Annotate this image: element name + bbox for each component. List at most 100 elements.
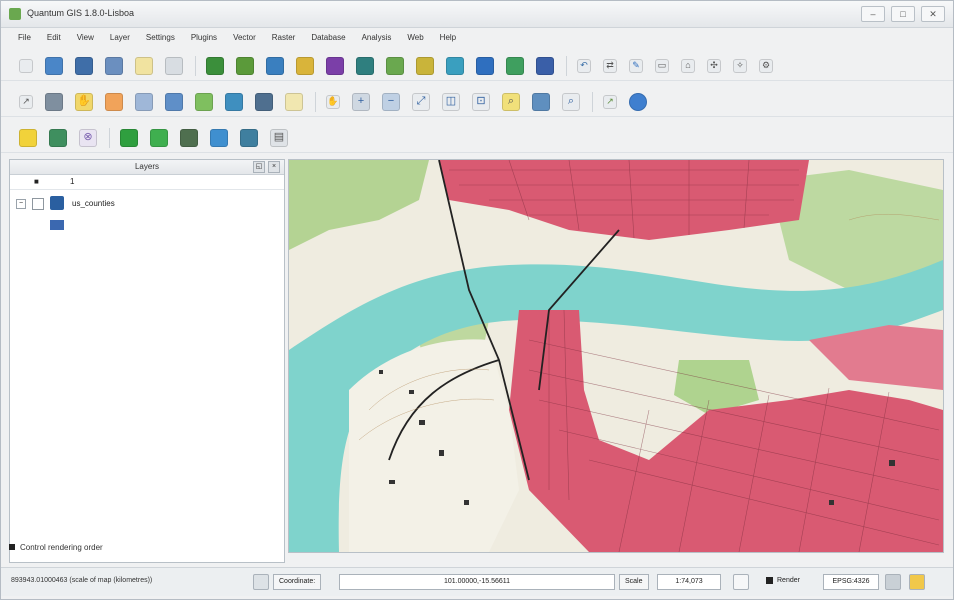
add-postgis-icon[interactable] [266,56,284,75]
settings-icon[interactable]: ✧ [733,58,747,73]
open-icon[interactable] [45,56,63,75]
window-controls: – □ ✕ [861,6,945,22]
annotation-icon[interactable] [195,92,213,111]
layer-tree-header: ■ 1 [10,175,284,190]
measure-icon[interactable] [165,92,183,111]
menu-bar: File Edit View Layer Settings Plugins Ve… [1,31,954,47]
grass-close-icon[interactable]: ▤ [270,128,288,147]
move-icon[interactable]: ⌂ [681,58,695,73]
layer-visibility-checkbox[interactable] [32,198,44,210]
add-gpx-icon[interactable] [416,56,434,75]
digitize-icon[interactable]: ⇄ [603,58,617,73]
add-spatialite-icon[interactable] [296,56,314,75]
pin-icon[interactable]: ⊗ [79,128,97,147]
layer-item[interactable]: − us_counties [10,196,284,212]
layers-panel: Layers ◱ × ■ 1 − us_counties [9,159,285,563]
toolbar-separator [315,91,316,112]
map-canvas[interactable] [288,159,944,553]
coordinate-label: Coordinate: [273,574,322,590]
save-icon[interactable] [75,56,93,75]
toolbar-separator [592,91,593,112]
zoom-last-icon[interactable]: ⌕ [502,92,520,111]
new-shapefile-icon[interactable] [446,56,464,75]
split-icon[interactable]: ✣ [707,58,721,73]
menu-file[interactable]: File [11,31,38,47]
menu-edit[interactable]: Edit [40,31,68,47]
menu-vector[interactable]: Vector [226,31,263,47]
projection-icon[interactable] [885,574,901,590]
zoom-in-icon[interactable]: + [352,92,370,111]
render-order-control[interactable]: Control rendering order [9,541,103,553]
map-tips-icon[interactable] [225,92,243,111]
menu-analysis[interactable]: Analysis [355,31,399,47]
label-icon[interactable]: ✋ [326,94,340,109]
coordinate-field[interactable]: 101.00000,-15.56611 [339,574,615,590]
topographic-map[interactable] [289,160,943,552]
minimize-button[interactable]: – [861,6,885,22]
render-order-label: Control rendering order [20,542,103,552]
zoom-next-icon[interactable] [532,92,550,111]
grass-display-icon[interactable] [210,128,228,147]
layer-legend-swatch [50,220,64,230]
add-raster-icon[interactable] [236,56,254,75]
expand-icon[interactable]: − [16,199,26,209]
new-print-icon[interactable] [135,56,153,75]
qgis-logo-icon [9,8,21,20]
globe-icon[interactable] [629,92,647,111]
edit-icon[interactable]: ✎ [629,58,643,73]
zoom-selection-icon[interactable]: ⊡ [472,92,490,111]
python-icon[interactable] [536,56,554,75]
menu-layer[interactable]: Layer [103,31,137,47]
menu-raster[interactable]: Raster [265,31,303,47]
render-order-checkbox[interactable] [9,544,15,550]
zoom-layer-icon[interactable]: ◫ [442,92,460,111]
coordinate-toggle-icon[interactable] [253,574,269,590]
select-icon[interactable] [135,92,153,111]
grass-tools-icon[interactable] [150,128,168,147]
grass-icon[interactable] [120,128,138,147]
crs-button[interactable]: EPSG:4326 [823,574,879,590]
close-panel-button[interactable]: × [268,161,280,173]
render-checkbox[interactable] [766,577,773,584]
new-icon[interactable] [19,58,33,73]
pan-map-icon[interactable]: ↗ [19,94,33,109]
window-title: Quantum GIS 1.8.0-Lisboa [27,8,135,18]
raster-layer-icon [50,196,64,210]
messages-icon[interactable] [909,574,925,590]
print-manager-icon[interactable] [165,56,183,75]
zoom-full-icon[interactable]: ⤢ [412,92,430,111]
menu-help[interactable]: Help [433,31,463,47]
grass-region-icon[interactable] [240,128,258,147]
add-wfs-icon[interactable] [356,56,374,75]
float-panel-button[interactable]: ◱ [253,161,265,173]
add-delimited-icon[interactable] [386,56,404,75]
save-as-icon[interactable] [105,56,123,75]
node-icon[interactable]: ▭ [655,58,669,73]
bookmark-icon[interactable] [255,92,273,111]
menu-view[interactable]: View [70,31,101,47]
identify-icon[interactable] [105,92,123,111]
menu-settings[interactable]: Settings [139,31,182,47]
help-icon[interactable]: ↗ [603,94,617,109]
refresh-icon[interactable]: ⌕ [562,92,580,111]
add-wms-icon[interactable] [326,56,344,75]
grass-mapset-icon[interactable] [180,128,198,147]
new-spatialite-icon[interactable] [476,56,494,75]
close-button[interactable]: ✕ [921,6,945,22]
navigate-icon[interactable] [45,92,63,111]
rotate-label-icon[interactable] [49,128,67,147]
scale-combobox[interactable]: 1:74,073 [657,574,721,590]
menu-plugins[interactable]: Plugins [184,31,224,47]
menu-database[interactable]: Database [304,31,352,47]
zoom-out-icon[interactable]: − [382,92,400,111]
add-vector-icon[interactable] [206,56,224,75]
remove-layer-icon[interactable] [506,56,524,75]
stop-render-icon[interactable] [733,574,749,590]
label-tool-icon[interactable] [19,128,37,147]
menu-web[interactable]: Web [400,31,430,47]
pan-icon[interactable]: ↶ [577,58,591,73]
tile-icon[interactable] [285,92,303,111]
maximize-button[interactable]: □ [891,6,915,22]
style-icon[interactable]: ⚙ [759,58,773,73]
touch-icon[interactable]: ✋ [75,92,93,111]
